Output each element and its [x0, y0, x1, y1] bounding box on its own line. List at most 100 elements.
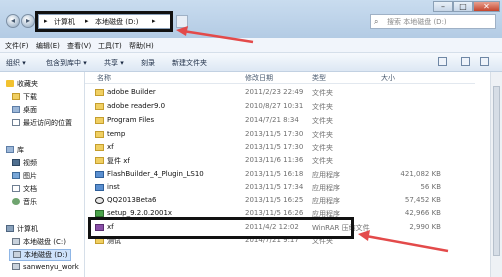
scrollbar-thumb[interactable] — [493, 86, 500, 256]
file-type: 应用程序 — [312, 171, 340, 179]
file-type: 文件夹 — [312, 144, 333, 152]
navigation-pane: 收藏夹 下载 桌面 最近访问的位置 库 视频 图片 文档 音乐 计算机 本地磁盘… — [0, 72, 85, 277]
nav-computer[interactable]: 计算机 — [6, 224, 38, 234]
search-input[interactable]: ⌕ 搜索 本地磁盘 (D:) — [370, 14, 496, 29]
folder-icon — [95, 117, 104, 124]
folder-icon — [95, 89, 104, 96]
file-date: 2013/11/5 16:18 — [245, 170, 304, 178]
file-row[interactable]: adobe reader9.0 2010/8/27 10:31 文件夹 — [85, 102, 475, 112]
qq-icon — [95, 197, 104, 204]
setup-icon — [95, 210, 104, 217]
file-size: 42,966 KB — [404, 209, 441, 217]
nav-documents[interactable]: 文档 — [12, 184, 37, 194]
column-header-type[interactable]: 类型 — [312, 73, 326, 83]
file-date: 2013/11/5 16:25 — [245, 196, 304, 204]
file-name: Program Files — [107, 116, 155, 124]
nav-drive-d[interactable]: 本地磁盘 (D:) — [9, 249, 72, 261]
file-name: xf — [107, 143, 114, 151]
file-name: temp — [107, 130, 126, 138]
folder-icon — [95, 157, 104, 164]
menu-file[interactable]: 文件(F) — [5, 41, 29, 51]
exe-icon — [95, 184, 104, 191]
file-name: FlashBuilder_4_Plugin_LS10 — [107, 170, 204, 178]
computer-icon — [6, 225, 14, 232]
desktop-icon — [12, 106, 20, 113]
star-icon — [6, 80, 14, 87]
title-bar: ◂ ▸ ▸ 计算机 ▸ 本地磁盘 (D:) ▸ ⌕ 搜索 本地磁盘 (D:) –… — [0, 0, 502, 38]
folder-icon — [12, 93, 20, 100]
vertical-scrollbar[interactable] — [490, 72, 502, 277]
library-icon — [6, 146, 14, 153]
file-row[interactable]: Program Files 2014/7/21 8:34 文件夹 — [85, 116, 475, 126]
file-row[interactable]: inst 2013/11/5 17:34 应用程序 56 KB — [85, 183, 475, 193]
menu-view[interactable]: 查看(V) — [67, 41, 91, 51]
nav-recent[interactable]: 最近访问的位置 — [12, 118, 72, 128]
include-in-library-button[interactable]: 包含到库中 ▾ — [46, 58, 87, 68]
music-icon — [12, 198, 20, 205]
file-name: inst — [107, 183, 120, 191]
menu-tools[interactable]: 工具(T) — [98, 41, 122, 51]
nav-downloads[interactable]: 下载 — [12, 92, 37, 102]
file-list: 名称 修改日期 类型 大小 adobe Builder 2011/2/23 22:… — [85, 72, 490, 277]
file-name: adobe Builder — [107, 88, 156, 96]
file-size: 56 KB — [420, 183, 441, 191]
maximize-button[interactable]: □ — [453, 1, 473, 12]
menu-edit[interactable]: 编辑(E) — [36, 41, 60, 51]
refresh-button[interactable] — [176, 15, 188, 28]
nav-libraries[interactable]: 库 — [6, 145, 24, 155]
share-button[interactable]: 共享 ▾ — [104, 58, 124, 68]
column-header-name[interactable]: 名称 — [97, 73, 111, 83]
help-icon[interactable] — [480, 57, 489, 66]
nav-desktop[interactable]: 桌面 — [12, 105, 37, 115]
nav-pictures[interactable]: 图片 — [12, 171, 37, 181]
header-divider — [85, 83, 475, 84]
picture-icon — [12, 172, 20, 179]
file-date: 2013/11/5 16:26 — [245, 209, 304, 217]
nav-drive-c[interactable]: 本地磁盘 (C:) — [12, 237, 66, 247]
file-type: 应用程序 — [312, 197, 340, 205]
file-name: 复件 xf — [107, 157, 130, 165]
file-size: 57,452 KB — [404, 196, 441, 204]
new-folder-highlight-box — [88, 217, 354, 239]
nav-favorites[interactable]: 收藏夹 — [6, 79, 38, 89]
recent-places-icon — [12, 119, 20, 126]
file-row[interactable]: 复件 xf 2013/11/6 11:36 文件夹 — [85, 156, 475, 166]
file-type: 文件夹 — [312, 117, 333, 125]
back-button[interactable]: ◂ — [6, 14, 20, 28]
column-header-date[interactable]: 修改日期 — [245, 73, 273, 83]
nav-music[interactable]: 音乐 — [12, 197, 37, 207]
folder-icon — [95, 103, 104, 110]
drive-icon — [13, 251, 21, 258]
file-row[interactable]: temp 2013/11/5 17:30 文件夹 — [85, 130, 475, 140]
file-date: 2013/11/5 17:30 — [245, 143, 304, 151]
minimize-button[interactable]: – — [433, 1, 453, 12]
forward-button[interactable]: ▸ — [21, 14, 35, 28]
exe-icon — [95, 171, 104, 178]
address-highlight-box — [35, 11, 173, 32]
file-type: 应用程序 — [312, 184, 340, 192]
folder-icon — [95, 144, 104, 151]
nav-videos[interactable]: 视频 — [12, 158, 37, 168]
file-row[interactable]: FlashBuilder_4_Plugin_LS10 2013/11/5 16:1… — [85, 170, 475, 180]
file-type: 文件夹 — [312, 131, 333, 139]
burn-button[interactable]: 刻录 — [141, 58, 155, 68]
search-icon: ⌕ — [374, 17, 379, 26]
file-date: 2013/11/6 11:36 — [245, 156, 304, 164]
file-row[interactable]: adobe Builder 2011/2/23 22:49 文件夹 — [85, 88, 475, 98]
new-folder-button[interactable]: 新建文件夹 — [172, 58, 207, 68]
column-header-size[interactable]: 大小 — [381, 73, 395, 83]
file-type: 文件夹 — [312, 157, 333, 165]
menu-help[interactable]: 帮助(H) — [129, 41, 154, 51]
command-bar: 组织 ▾ 包含到库中 ▾ 共享 ▾ 刻录 新建文件夹 — [0, 53, 502, 72]
file-date: 2013/11/5 17:30 — [245, 130, 304, 138]
document-icon — [12, 185, 20, 192]
explorer-window: ◂ ▸ ▸ 计算机 ▸ 本地磁盘 (D:) ▸ ⌕ 搜索 本地磁盘 (D:) –… — [0, 0, 502, 277]
close-button[interactable]: ✕ — [473, 1, 500, 12]
organize-button[interactable]: 组织 ▾ — [6, 58, 26, 68]
file-row[interactable]: xf 2013/11/5 17:30 文件夹 — [85, 143, 475, 153]
file-row[interactable]: QQ2013Beta6 2013/11/5 16:25 应用程序 57,452 KB — [85, 196, 475, 206]
preview-pane-icon[interactable] — [461, 57, 470, 66]
file-type: 文件夹 — [312, 103, 333, 111]
nav-network-share[interactable]: sanwenyu_work — [12, 263, 79, 271]
view-options-icon[interactable] — [438, 57, 447, 66]
